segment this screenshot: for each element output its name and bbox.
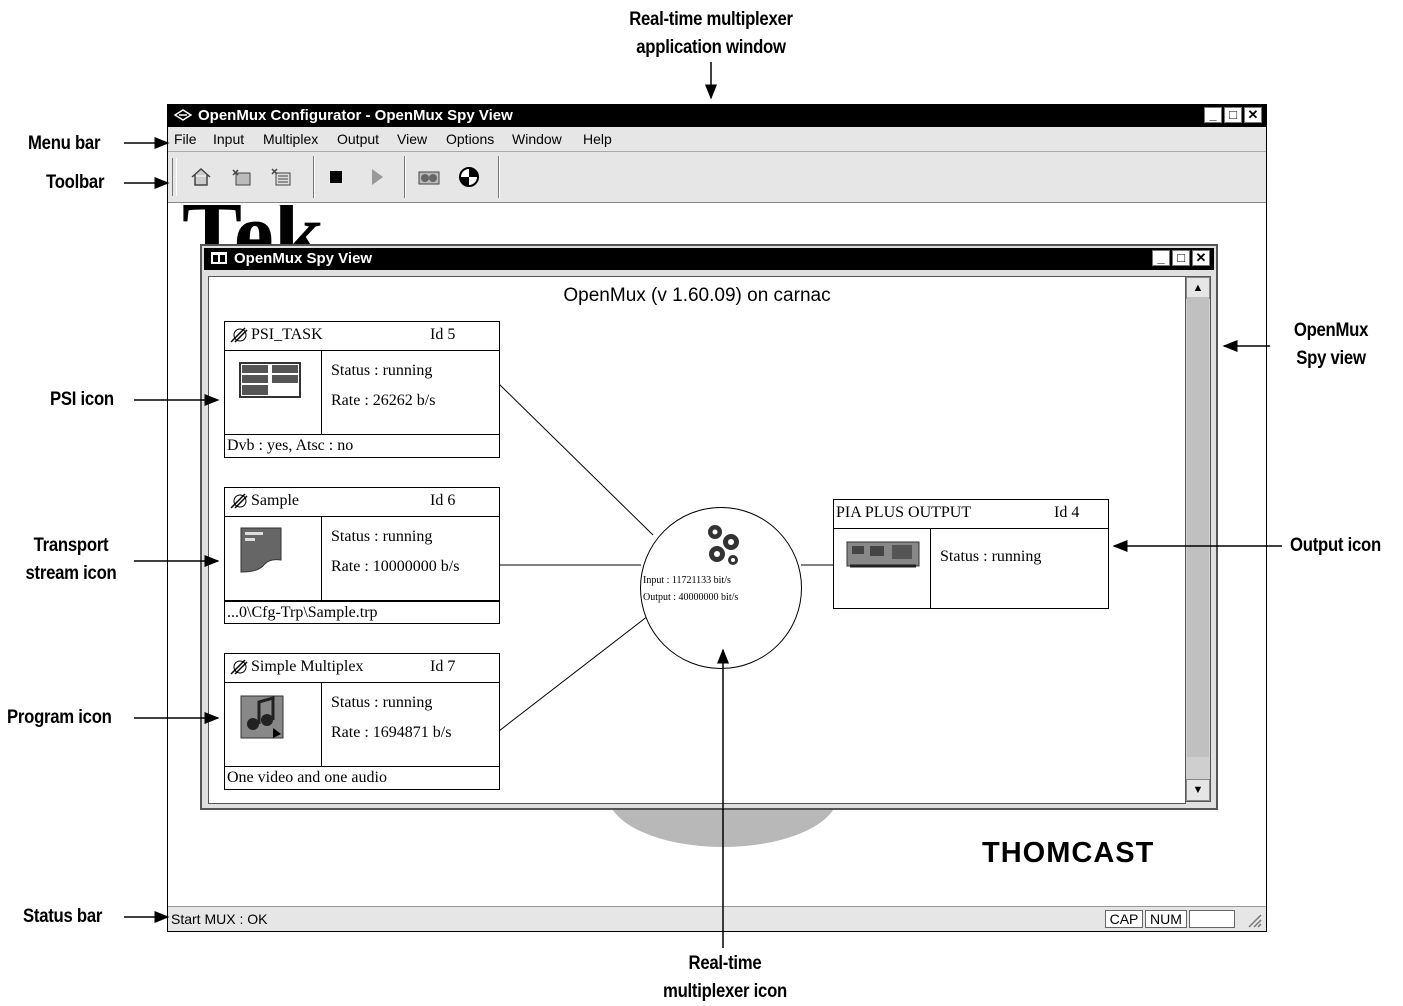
callout-app-window: Real-time multiplexer application window — [629, 9, 793, 58]
maximize-icon[interactable]: □ — [1224, 107, 1242, 123]
app-title: OpenMux Configurator - OpenMux Spy View — [198, 107, 513, 124]
node-status: Status : running — [331, 362, 433, 379]
spy-title: OpenMux Spy View — [234, 250, 373, 267]
callout-psi-icon: PSI icon — [50, 389, 114, 410]
mux-output-rate: Output : 40000000 bit/s — [643, 592, 739, 603]
callout-transport-stream-icon: Transport stream icon — [25, 535, 117, 584]
sample-transport-stream-node[interactable]: Sample Id 6 Status : running Rate : 1000… — [224, 487, 500, 624]
minimize-icon[interactable]: _ — [1204, 107, 1222, 123]
gears-icon — [708, 525, 739, 565]
menu-file[interactable]: File — [174, 131, 197, 147]
scroll-down-icon[interactable]: ▼ — [1186, 779, 1210, 801]
menu-input[interactable]: Input — [213, 131, 244, 147]
psi-table-icon — [239, 362, 301, 398]
toolbar-separator — [404, 156, 406, 198]
stop-icon[interactable] — [323, 165, 349, 189]
background-brand: THOMCAST — [982, 837, 1155, 869]
node-status: Status : running — [331, 528, 433, 545]
toolbar — [168, 152, 1266, 203]
task-icon — [230, 327, 248, 343]
multiplexer-node[interactable]: Input : 11721133 bit/s Output : 40000000… — [640, 507, 802, 669]
close-icon[interactable]: ✕ — [1244, 107, 1262, 123]
callout-program-icon: Program icon — [7, 707, 112, 728]
toolbar-separator — [498, 156, 500, 198]
node-id: Id 5 — [430, 326, 456, 343]
program-node[interactable]: Simple Multiplex Id 7 Status : running R… — [224, 653, 500, 790]
node-footer: ...0\Cfg-Trp\Sample.trp — [227, 604, 378, 621]
status-num-indicator: NUM — [1145, 910, 1187, 928]
menu-help[interactable]: Help — [583, 131, 612, 147]
home-icon[interactable] — [188, 165, 214, 189]
callout-status-bar: Status bar — [23, 906, 103, 927]
scroll-up-icon[interactable]: ▲ — [1186, 277, 1210, 299]
node-name: Sample — [251, 492, 299, 509]
node-status: Status : running — [940, 548, 1042, 565]
minimize-icon[interactable]: _ — [1152, 250, 1170, 266]
app-logo-icon — [174, 109, 192, 121]
node-name: PSI_TASK — [251, 326, 323, 343]
node-name: Simple Multiplex — [251, 658, 364, 675]
psi-task-node[interactable]: PSI_TASK Id 5 Status : running Rate : 26… — [224, 321, 500, 458]
callout-output-icon: Output icon — [1290, 535, 1381, 556]
transport-stream-file-icon — [240, 527, 282, 573]
task-icon — [230, 659, 248, 675]
node-footer: Dvb : yes, Atsc : no — [227, 437, 354, 454]
node-status: Status : running — [331, 694, 433, 711]
node-footer: One video and one audio — [227, 769, 387, 786]
toolbar-grip[interactable] — [172, 158, 177, 196]
play-icon[interactable] — [364, 165, 390, 189]
menu-multiplex[interactable]: Multiplex — [263, 131, 318, 147]
spy-titlebar[interactable]: OpenMux Spy View _ □ ✕ — [204, 248, 1214, 270]
spy-window-icon — [211, 252, 227, 264]
node-rate: Rate : 1694871 b/s — [331, 724, 452, 741]
callout-toolbar: Toolbar — [46, 172, 105, 193]
scroll-thumb[interactable] — [1187, 297, 1209, 757]
toolbar-separator — [313, 156, 315, 198]
configure-icon[interactable] — [268, 165, 294, 189]
add-input-icon[interactable] — [228, 165, 254, 189]
task-icon — [230, 493, 248, 509]
node-id: Id 4 — [1054, 504, 1080, 521]
menu-view[interactable]: View — [397, 131, 427, 147]
callout-mux-icon: Real-time multiplexer icon — [663, 953, 787, 1002]
menu-bar: File Input Multiplex Output View Options… — [168, 127, 1266, 152]
app-titlebar[interactable]: OpenMux Configurator - OpenMux Spy View … — [168, 105, 1266, 127]
status-empty-indicator — [1189, 910, 1235, 928]
menu-output[interactable]: Output — [337, 131, 379, 147]
menu-window[interactable]: Window — [512, 131, 562, 147]
statistics-pie-icon[interactable] — [456, 165, 482, 189]
spy-view-window: OpenMux Spy View _ □ ✕ OpenMux (v 1.60.0… — [200, 244, 1218, 810]
maximize-icon[interactable]: □ — [1172, 250, 1190, 266]
mux-input-rate: Input : 11721133 bit/s — [643, 575, 731, 586]
callout-menu-bar: Menu bar — [28, 133, 101, 154]
status-cap-indicator: CAP — [1105, 910, 1143, 928]
spy-canvas: OpenMux (v 1.60.09) on carnac PSI_TASK I… — [208, 276, 1186, 804]
background-brand-fragment: Tek — [182, 205, 324, 245]
spy-heading: OpenMux (v 1.60.09) on carnac — [563, 285, 831, 306]
output-card-icon — [846, 541, 920, 568]
node-name: PIA PLUS OUTPUT — [836, 504, 972, 521]
node-rate: Rate : 10000000 b/s — [331, 558, 460, 575]
callout-spy-view: OpenMux Spy view — [1293, 320, 1369, 369]
node-id: Id 7 — [430, 658, 456, 675]
resize-grip-icon[interactable] — [1246, 912, 1262, 928]
status-bar: Start MUX : OK CAP NUM — [168, 906, 1266, 931]
spy-vertical-scrollbar[interactable]: ▲ ▼ — [1185, 276, 1211, 802]
menu-options[interactable]: Options — [446, 131, 494, 147]
output-node[interactable]: PIA PLUS OUTPUT Id 4 Status : running — [833, 499, 1109, 609]
program-music-video-icon — [240, 695, 284, 739]
node-rate: Rate : 26262 b/s — [331, 392, 436, 409]
spy-binoculars-icon[interactable] — [416, 165, 442, 189]
status-message: Start MUX : OK — [171, 911, 268, 927]
node-id: Id 6 — [430, 492, 456, 509]
close-icon[interactable]: ✕ — [1192, 250, 1210, 266]
